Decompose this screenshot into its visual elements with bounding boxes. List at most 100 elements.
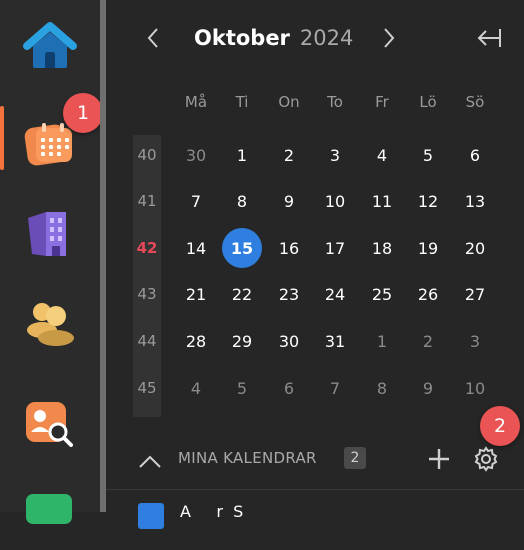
- day-number: 17: [324, 238, 346, 258]
- day-cell[interactable]: 25: [359, 271, 405, 317]
- day-cell[interactable]: 17: [312, 225, 358, 271]
- day-number: 6: [283, 378, 295, 398]
- add-calendar-icon[interactable]: [428, 448, 450, 475]
- day-cell[interactable]: 10: [312, 178, 358, 224]
- calendar-count-badge: 2: [344, 447, 366, 469]
- week-number: 43: [137, 285, 157, 303]
- settings-badge: 2: [480, 406, 520, 446]
- money-icon[interactable]: [22, 490, 78, 546]
- month-year-title[interactable]: Oktober 2024: [194, 26, 353, 50]
- next-month-button[interactable]: [382, 27, 396, 54]
- today-marker: 15: [222, 228, 262, 268]
- day-number: 7: [190, 191, 202, 211]
- week-number: 41: [137, 192, 157, 210]
- day-cell[interactable]: 8: [359, 365, 405, 411]
- day-cell[interactable]: 6: [266, 365, 312, 411]
- day-cell[interactable]: 5: [219, 365, 265, 411]
- day-cell[interactable]: 9: [405, 365, 451, 411]
- day-cell[interactable]: 10: [452, 365, 498, 411]
- day-cell[interactable]: 26: [405, 271, 451, 317]
- day-cell[interactable]: 16: [266, 225, 312, 271]
- settings-gear-icon[interactable]: [473, 446, 499, 477]
- day-number: 28: [185, 331, 207, 351]
- day-cell[interactable]: 31: [312, 318, 358, 364]
- day-number: 3: [469, 331, 481, 351]
- day-cell[interactable]: 20: [452, 225, 498, 271]
- chevron-up-icon[interactable]: [138, 448, 162, 474]
- day-cell[interactable]: 14: [173, 225, 219, 271]
- day-number: 1: [376, 331, 388, 351]
- calendar-panel: Oktober 2024 Må Ti On To Fr Lö Sö 40 30 1 2 3 4 5 6 41 7 8…: [106, 0, 524, 529]
- day-number: 24: [324, 284, 346, 304]
- day-number: 23: [278, 284, 300, 304]
- day-cell[interactable]: 29: [219, 318, 265, 364]
- day-number: 22: [231, 284, 253, 304]
- day-cell[interactable]: 18: [359, 225, 405, 271]
- day-cell[interactable]: 8: [219, 178, 265, 224]
- contact-search-icon[interactable]: [22, 396, 78, 452]
- day-number: 1: [236, 145, 248, 165]
- week-number: 45: [137, 379, 157, 397]
- day-cell[interactable]: 22: [219, 271, 265, 317]
- day-cell[interactable]: 3: [312, 132, 358, 178]
- weekday-header: Fr: [375, 93, 389, 111]
- my-calendars-label[interactable]: MINA KALENDRAR: [178, 449, 317, 467]
- day-cell[interactable]: 2: [405, 318, 451, 364]
- day-number: 30: [278, 331, 300, 351]
- day-cell[interactable]: 30: [266, 318, 312, 364]
- day-cell[interactable]: 30: [173, 132, 219, 178]
- buildings-icon[interactable]: [22, 206, 78, 262]
- day-number: 21: [185, 284, 207, 304]
- day-cell[interactable]: 11: [359, 178, 405, 224]
- day-cell[interactable]: 19: [405, 225, 451, 271]
- day-cell[interactable]: 1: [359, 318, 405, 364]
- day-cell[interactable]: 28: [173, 318, 219, 364]
- day-number: 16: [278, 238, 300, 258]
- year-label: 2024: [299, 26, 354, 50]
- day-cell[interactable]: 23: [266, 271, 312, 317]
- weekday-header: On: [278, 93, 300, 111]
- day-number: 6: [469, 145, 481, 165]
- day-cell[interactable]: 7: [312, 365, 358, 411]
- day-number: 19: [417, 238, 439, 258]
- day-number: 5: [422, 145, 434, 165]
- weekday-header: Må: [184, 93, 208, 111]
- calendar-item-color-swatch[interactable]: [138, 503, 164, 529]
- day-number: 8: [236, 191, 248, 211]
- day-cell[interactable]: 24: [312, 271, 358, 317]
- day-cell[interactable]: 6: [452, 132, 498, 178]
- day-cell[interactable]: 5: [405, 132, 451, 178]
- day-number: 18: [371, 238, 393, 258]
- day-cell[interactable]: 9: [266, 178, 312, 224]
- home-icon[interactable]: [22, 20, 78, 76]
- day-cell[interactable]: 12: [405, 178, 451, 224]
- day-number: 13: [464, 191, 486, 211]
- day-cell[interactable]: 21: [173, 271, 219, 317]
- day-number: 31: [324, 331, 346, 351]
- day-cell[interactable]: 27: [452, 271, 498, 317]
- day-cell[interactable]: 1: [219, 132, 265, 178]
- day-cell[interactable]: 3: [452, 318, 498, 364]
- day-cell[interactable]: 4: [359, 132, 405, 178]
- collapse-panel-icon[interactable]: [476, 27, 502, 54]
- day-number: 8: [376, 378, 388, 398]
- day-number: 29: [231, 331, 253, 351]
- prev-month-button[interactable]: [146, 27, 160, 54]
- day-number: 10: [464, 378, 486, 398]
- day-number: 27: [464, 284, 486, 304]
- day-number: 3: [329, 145, 341, 165]
- week-number: 42: [136, 239, 158, 257]
- day-cell[interactable]: 15: [219, 225, 265, 271]
- day-number: 26: [417, 284, 439, 304]
- day-cell[interactable]: 7: [173, 178, 219, 224]
- day-cell[interactable]: 13: [452, 178, 498, 224]
- notification-badge: 1: [63, 93, 103, 133]
- day-number: 12: [417, 191, 439, 211]
- day-cell[interactable]: 4: [173, 365, 219, 411]
- weekday-header: Lö: [419, 93, 437, 111]
- day-number: 9: [283, 191, 295, 211]
- day-cell[interactable]: 2: [266, 132, 312, 178]
- day-number: 2: [283, 145, 295, 165]
- week-number: 40: [137, 146, 157, 164]
- people-icon[interactable]: [22, 296, 78, 352]
